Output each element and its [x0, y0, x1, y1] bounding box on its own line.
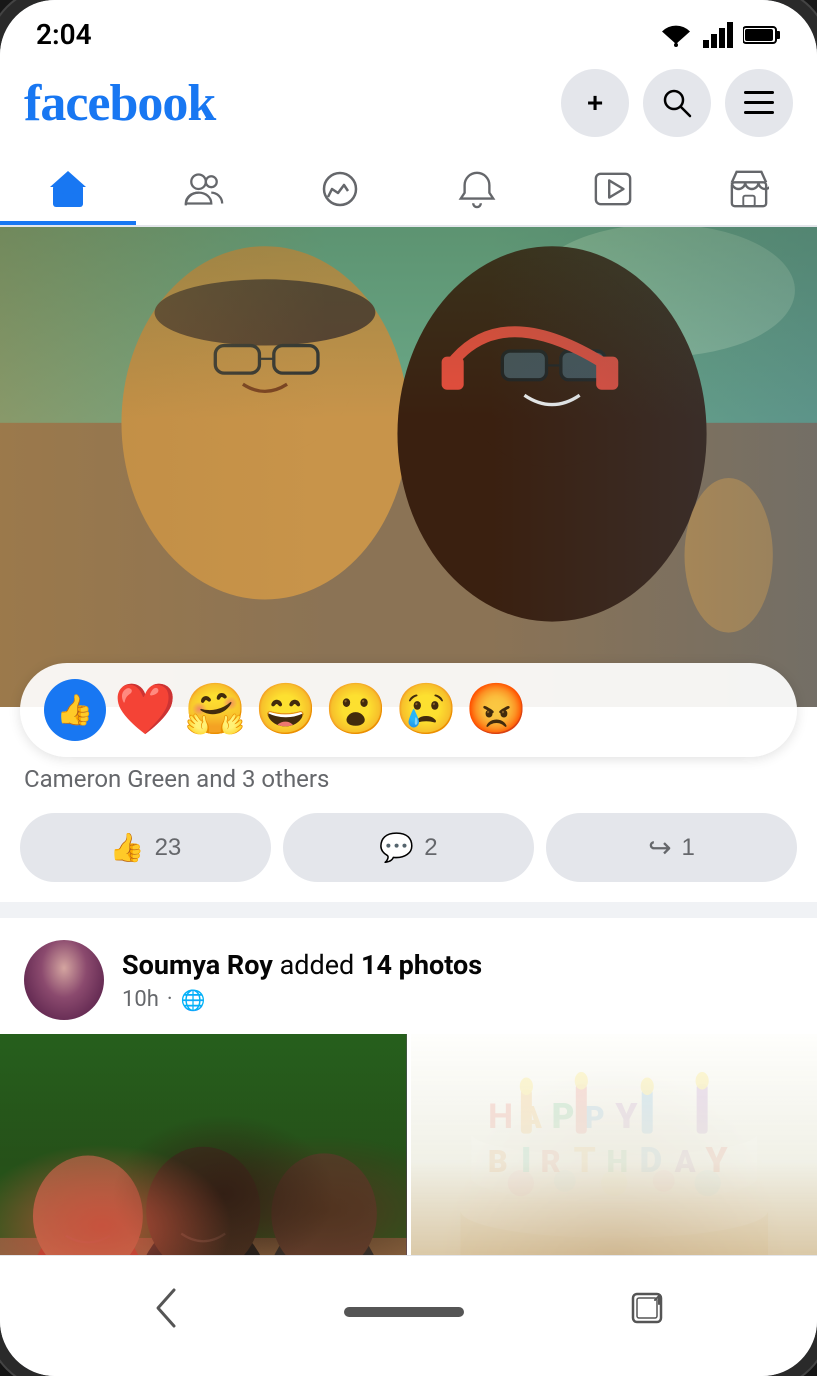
home-icon [48, 167, 88, 207]
status-time: 2:04 [36, 18, 92, 51]
likes-count-text: Cameron Green and 3 others [24, 765, 329, 793]
header-actions: + [561, 69, 793, 137]
author-name: Soumya Roy [122, 949, 273, 981]
nav-item-home[interactable] [0, 151, 136, 225]
separator-dot: · [167, 987, 173, 1012]
search-icon [661, 87, 693, 119]
home-indicator [344, 1307, 464, 1317]
search-button[interactable] [643, 69, 711, 137]
add-button[interactable]: + [561, 69, 629, 137]
post-card-1: 👍 ❤️ 🤗 😄 😮 😢 😡 Cameron Green and 3 other… [0, 227, 817, 902]
like-count: 23 [155, 834, 182, 862]
nav-item-friends[interactable] [136, 151, 272, 225]
avatar-image [24, 940, 104, 1020]
post-meta-2: Soumya Roy added 14 photos 10h · 🌐 [122, 948, 793, 1012]
angry-reaction[interactable]: 😡 [465, 685, 527, 735]
nav-bar [0, 151, 817, 227]
share-count: 1 [682, 834, 695, 862]
share-icon: ↪ [648, 831, 671, 864]
photo-item-2[interactable]: H A P P Y B I R T H D A Y [411, 1034, 817, 1255]
reaction-bar: 👍 ❤️ 🤗 😄 😮 😢 😡 [20, 663, 797, 757]
messenger-icon [320, 169, 360, 209]
like-reaction[interactable]: 👍 [44, 679, 106, 741]
post-image-1 [0, 227, 817, 707]
nav-item-watch[interactable] [545, 151, 681, 225]
image-bg [0, 227, 817, 707]
post-header-2: Soumya Roy added 14 photos 10h · 🌐 [0, 918, 817, 1034]
globe-icon: 🌐 [181, 988, 206, 1012]
rotate-icon [629, 1290, 665, 1326]
comment-count: 2 [424, 834, 437, 862]
status-bar: 2:04 [0, 0, 817, 59]
nav-item-marketplace[interactable] [681, 151, 817, 225]
post-likes-text: Cameron Green and 3 others [0, 765, 817, 801]
comment-icon: 💬 [379, 831, 414, 864]
facebook-logo: facebook [24, 74, 215, 133]
author-action: added [280, 949, 361, 981]
marketplace-icon [729, 169, 769, 209]
watch-icon [593, 169, 633, 209]
author-highlight: 14 photos [361, 949, 482, 981]
post-actions: 👍 23 💬 2 ↪ 1 [0, 801, 817, 902]
photo-grid: H A P P Y B I R T H D A Y [0, 1034, 817, 1255]
header: facebook + [0, 59, 817, 151]
battery-icon [743, 25, 781, 45]
rotate-button[interactable] [609, 1280, 685, 1344]
thumbs-up-icon: 👍 [110, 831, 145, 864]
like-button[interactable]: 👍 23 [20, 813, 271, 882]
status-icons [659, 22, 781, 48]
menu-button[interactable] [725, 69, 793, 137]
nav-item-messenger[interactable] [272, 151, 408, 225]
signal-icon [703, 22, 733, 48]
photo-cake-bg [411, 1034, 817, 1255]
sad-reaction[interactable]: 😢 [395, 685, 457, 735]
feed: 👍 ❤️ 🤗 😄 😮 😢 😡 Cameron Green and 3 other… [0, 227, 817, 1255]
post-time-2: 10h · 🌐 [122, 987, 793, 1012]
post-author-2: Soumya Roy added 14 photos [122, 948, 793, 983]
wow-reaction[interactable]: 😮 [325, 685, 387, 735]
haha-reaction[interactable]: 😄 [255, 685, 317, 735]
comment-button[interactable]: 💬 2 [283, 813, 534, 882]
back-button[interactable] [132, 1276, 200, 1348]
hamburger-icon [744, 91, 774, 115]
wifi-icon [659, 22, 693, 48]
phone-frame: 2:04 facebook [0, 0, 817, 1376]
love-reaction[interactable]: ❤️ [114, 685, 176, 735]
photo-people-bg [0, 1034, 407, 1255]
avatar-soumya [24, 940, 104, 1020]
share-button[interactable]: ↪ 1 [546, 813, 797, 882]
post-card-2: Soumya Roy added 14 photos 10h · 🌐 [0, 918, 817, 1255]
nav-item-notifications[interactable] [409, 151, 545, 225]
bottom-nav [0, 1255, 817, 1376]
photo-item-1[interactable] [0, 1034, 407, 1255]
back-icon [152, 1286, 180, 1330]
care-reaction[interactable]: 🤗 [184, 685, 246, 735]
time-text: 10h [122, 987, 159, 1012]
bell-icon [457, 169, 497, 209]
friends-icon [184, 169, 224, 209]
